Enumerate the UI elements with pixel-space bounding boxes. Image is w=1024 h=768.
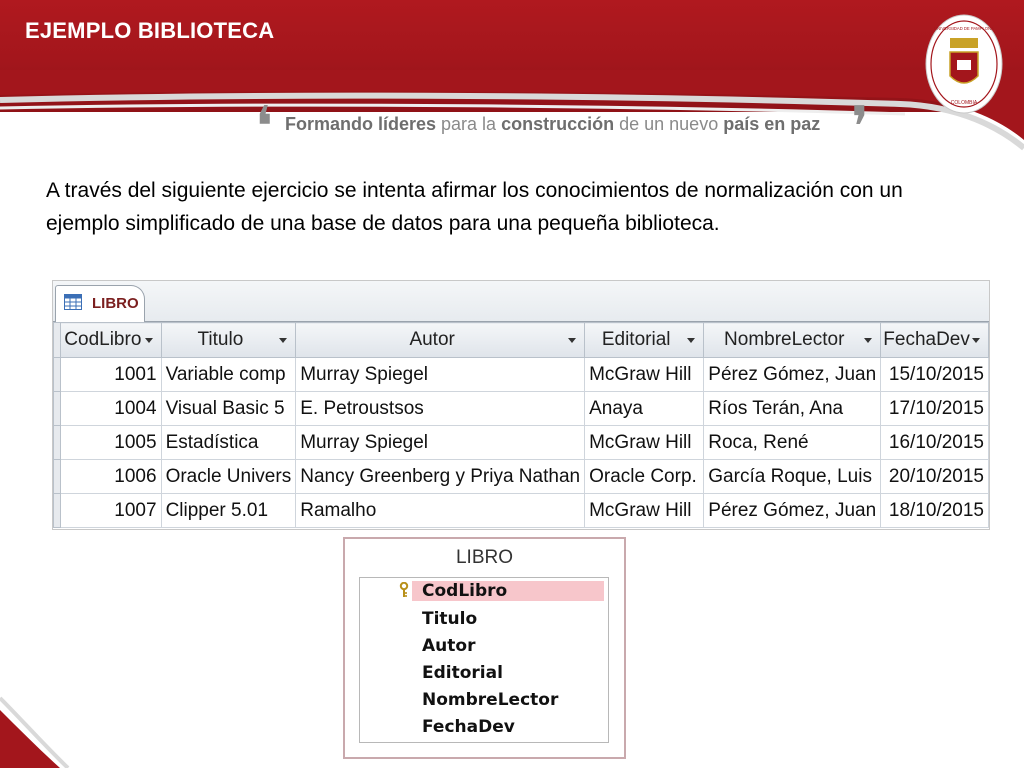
table-cell[interactable]: McGraw Hill	[584, 425, 705, 460]
row-selector[interactable]	[52, 459, 62, 494]
access-datasheet: LIBRO CodLibro Titulo Autor Editorial No…	[52, 280, 990, 530]
table-cell[interactable]: 17/10/2015	[880, 391, 989, 426]
table-cell[interactable]: 1006	[60, 459, 162, 494]
dropdown-arrow-icon[interactable]	[144, 338, 153, 343]
column-header-autor[interactable]: Autor	[295, 322, 586, 358]
entity-field-autor[interactable]: Autor	[422, 636, 475, 656]
table-row: 1006 Oracle Univers Nancy Greenberg y Pr…	[52, 459, 989, 494]
table-cell[interactable]: Ríos Terán, Ana	[703, 391, 882, 426]
entity-field-titulo[interactable]: Titulo	[422, 609, 477, 629]
table-cell[interactable]: Murray Spiegel	[295, 357, 586, 392]
slide-title: EJEMPLO BIBLIOTECA	[25, 18, 275, 43]
table-row: 1001 Variable comp Murray Spiegel McGraw…	[52, 357, 989, 392]
table-cell[interactable]: 1007	[60, 493, 162, 528]
table-cell[interactable]: 15/10/2015	[880, 357, 989, 392]
entity-title: LIBRO	[455, 547, 514, 568]
select-all-corner[interactable]	[52, 322, 72, 358]
entity-field-list: CodLibro Titulo Autor Editorial NombreLe…	[359, 577, 609, 743]
table-cell[interactable]: 18/10/2015	[880, 493, 989, 528]
dropdown-arrow-icon[interactable]	[687, 338, 696, 343]
open-quote-icon: ❛	[255, 97, 274, 159]
tab-label: LIBRO	[92, 295, 139, 312]
column-header-codlibro[interactable]: CodLibro	[60, 322, 162, 358]
tab-strip: LIBRO	[53, 281, 989, 322]
svg-text:COLOMBIA: COLOMBIA	[951, 100, 978, 106]
row-selector[interactable]	[52, 391, 62, 426]
table-cell[interactable]: Oracle Corp.	[584, 459, 705, 494]
table-cell[interactable]: 16/10/2015	[880, 425, 989, 460]
entity-libro: LIBRO CodLibro Titulo Autor Editorial No…	[343, 537, 626, 759]
tab-libro[interactable]: LIBRO	[55, 285, 145, 322]
table-cell[interactable]: Nancy Greenberg y Priya Nathan	[295, 459, 586, 494]
entity-field-nombrelector[interactable]: NombreLector	[422, 690, 558, 710]
table-cell[interactable]: Pérez Gómez, Juan	[703, 493, 882, 528]
column-header-editorial[interactable]: Editorial	[584, 322, 705, 358]
table-cell[interactable]: 1004	[60, 391, 162, 426]
column-header-titulo[interactable]: Titulo	[160, 322, 297, 358]
svg-text:UNIVERSIDAD DE PAMPLONA: UNIVERSIDAD DE PAMPLONA	[934, 26, 994, 31]
table-cell[interactable]: Pérez Gómez, Juan	[703, 357, 882, 392]
entity-field-editorial[interactable]: Editorial	[422, 663, 503, 683]
table-cell[interactable]: García Roque, Luis	[703, 459, 882, 494]
entity-field-codlibro[interactable]: CodLibro	[412, 581, 604, 601]
table-cell[interactable]: Variable comp	[160, 357, 297, 392]
table-cell[interactable]: 1005	[60, 425, 162, 460]
entity-field-fechadev[interactable]: FechaDev	[422, 717, 515, 737]
dropdown-arrow-icon[interactable]	[568, 338, 577, 343]
slogan: ❛ Formando líderes para la construcción …	[255, 100, 875, 156]
table-cell[interactable]: Clipper 5.01	[160, 493, 297, 528]
table-cell[interactable]: Murray Spiegel	[295, 425, 586, 460]
university-seal-icon: COLOMBIA UNIVERSIDAD DE PAMPLONA	[925, 14, 1003, 114]
table-cell[interactable]: 1001	[60, 357, 162, 392]
table-cell[interactable]: McGraw Hill	[584, 357, 705, 392]
dropdown-arrow-icon[interactable]	[972, 338, 980, 343]
table-cell[interactable]: McGraw Hill	[584, 493, 705, 528]
column-header-nombrelector[interactable]: NombreLector	[703, 322, 882, 358]
column-header-fechadev[interactable]: FechaDev	[880, 322, 989, 358]
row-selector[interactable]	[52, 357, 62, 392]
dropdown-arrow-icon[interactable]	[279, 338, 288, 343]
data-grid: CodLibro Titulo Autor Editorial NombreLe…	[52, 322, 989, 528]
table-cell[interactable]: Visual Basic 5	[160, 391, 297, 426]
intro-paragraph: A través del siguiente ejercicio se inte…	[46, 179, 903, 235]
datasheet-table-icon	[64, 294, 82, 310]
table-cell[interactable]: Roca, René	[703, 425, 882, 460]
footer-swoosh	[0, 696, 70, 768]
dropdown-arrow-icon[interactable]	[864, 338, 873, 343]
table-row: 1007 Clipper 5.01 Ramalho McGraw Hill Pé…	[52, 493, 989, 528]
table-cell[interactable]: E. Petroustsos	[295, 391, 586, 426]
table-cell[interactable]: Estadística	[160, 425, 297, 460]
slogan-text: Formando líderes para la construcción de…	[285, 114, 821, 134]
table-cell[interactable]: Ramalho	[295, 493, 586, 528]
table-cell[interactable]: Anaya	[584, 391, 705, 426]
table-cell[interactable]: 20/10/2015	[880, 459, 989, 494]
close-quote-icon: ❜	[851, 97, 870, 159]
table-cell[interactable]: Oracle Univers	[160, 459, 297, 494]
table-row: 1004 Visual Basic 5 E. Petroustsos Anaya…	[52, 391, 989, 426]
key-icon	[399, 582, 409, 597]
table-row: 1005 Estadística Murray Spiegel McGraw H…	[52, 425, 989, 460]
row-selector[interactable]	[52, 425, 62, 460]
row-selector[interactable]	[52, 493, 62, 528]
